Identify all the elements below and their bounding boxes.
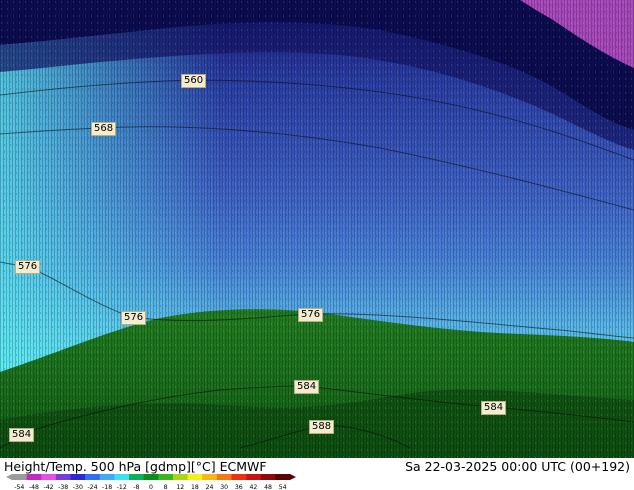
contour-label: 584 bbox=[9, 428, 35, 442]
colorbar-swatch bbox=[216, 474, 232, 480]
colorbar-swatch bbox=[129, 474, 144, 480]
contour-label: 576 bbox=[121, 311, 147, 325]
colorbar-tick-label: -54 bbox=[14, 484, 24, 490]
colorbar-swatch bbox=[143, 474, 159, 480]
contour-label: 584 bbox=[481, 401, 507, 415]
colorbar-tick-label: 54 bbox=[279, 484, 287, 490]
colorbar-swatch bbox=[202, 474, 218, 480]
colorbar-swatch bbox=[275, 474, 291, 480]
colorbar-swatch bbox=[260, 474, 276, 480]
colorbar-swatch bbox=[158, 474, 174, 480]
colorbar-tick-label: 18 bbox=[191, 484, 199, 490]
map-footer: Height/Temp. 500 hPa [gdmp][°C] ECMWF Sa… bbox=[0, 458, 634, 490]
colorbar-swatch bbox=[231, 474, 247, 480]
colorbar-tick-label: 42 bbox=[249, 484, 257, 490]
colorbar-tick-label: -8 bbox=[133, 484, 139, 490]
contour-label: 576 bbox=[298, 308, 324, 322]
colorbar-tick-label: -38 bbox=[58, 484, 68, 490]
colorbar-swatch bbox=[12, 474, 27, 480]
colorbar-swatch bbox=[55, 474, 71, 480]
colorbar-swatch bbox=[26, 474, 42, 480]
contour-label: 560 bbox=[181, 74, 207, 88]
colorbar-swatch bbox=[85, 474, 101, 480]
contour-label: 576 bbox=[15, 260, 41, 274]
colorbar-swatch bbox=[246, 474, 262, 480]
colorbar-swatch bbox=[172, 474, 188, 480]
colorbar-swatch bbox=[41, 474, 57, 480]
contour-label: 568 bbox=[91, 122, 117, 136]
colorbar-tick-label: -24 bbox=[87, 484, 97, 490]
colorbar-tick-label: -42 bbox=[44, 484, 54, 490]
forecast-datetime: Sa 22-03-2025 00:00 UTC (00+192) bbox=[405, 459, 630, 474]
colorbar-tick-label: 0 bbox=[149, 484, 153, 490]
colorbar-tick-label: 30 bbox=[220, 484, 228, 490]
colorbar-tick-label: 12 bbox=[176, 484, 184, 490]
contour-label: 588 bbox=[309, 420, 335, 434]
colorbar-tick-label: -48 bbox=[29, 484, 39, 490]
colorbar-tick-label: 24 bbox=[206, 484, 214, 490]
colorbar-left-arrow bbox=[6, 474, 12, 480]
colorbar-tick-label: 36 bbox=[235, 484, 243, 490]
colorbar-tick-label: -18 bbox=[102, 484, 112, 490]
map-title: Height/Temp. 500 hPa [gdmp][°C] ECMWF bbox=[4, 459, 267, 474]
colorbar-swatch bbox=[70, 474, 86, 480]
colorbar-tick-label: 8 bbox=[164, 484, 168, 490]
colorbar-swatch bbox=[187, 474, 203, 480]
temperature-colorbar: -54 -48 -42 -38 -30 -24 -18 -12 -8 0 8 12 18 24 30 36 42… bbox=[6, 474, 296, 490]
colorbar-tick-label: -12 bbox=[117, 484, 127, 490]
colorbar-right-arrow bbox=[290, 474, 296, 480]
colorbar-swatch bbox=[99, 474, 115, 480]
weather-map-view: 560 568 576 576 576 584 584 584 588 Heig… bbox=[0, 0, 634, 490]
colorbar-swatch bbox=[114, 474, 130, 480]
colorbar-tick-label: -30 bbox=[73, 484, 83, 490]
colorbar-tick-label: 48 bbox=[264, 484, 272, 490]
contour-label: 584 bbox=[294, 380, 320, 394]
